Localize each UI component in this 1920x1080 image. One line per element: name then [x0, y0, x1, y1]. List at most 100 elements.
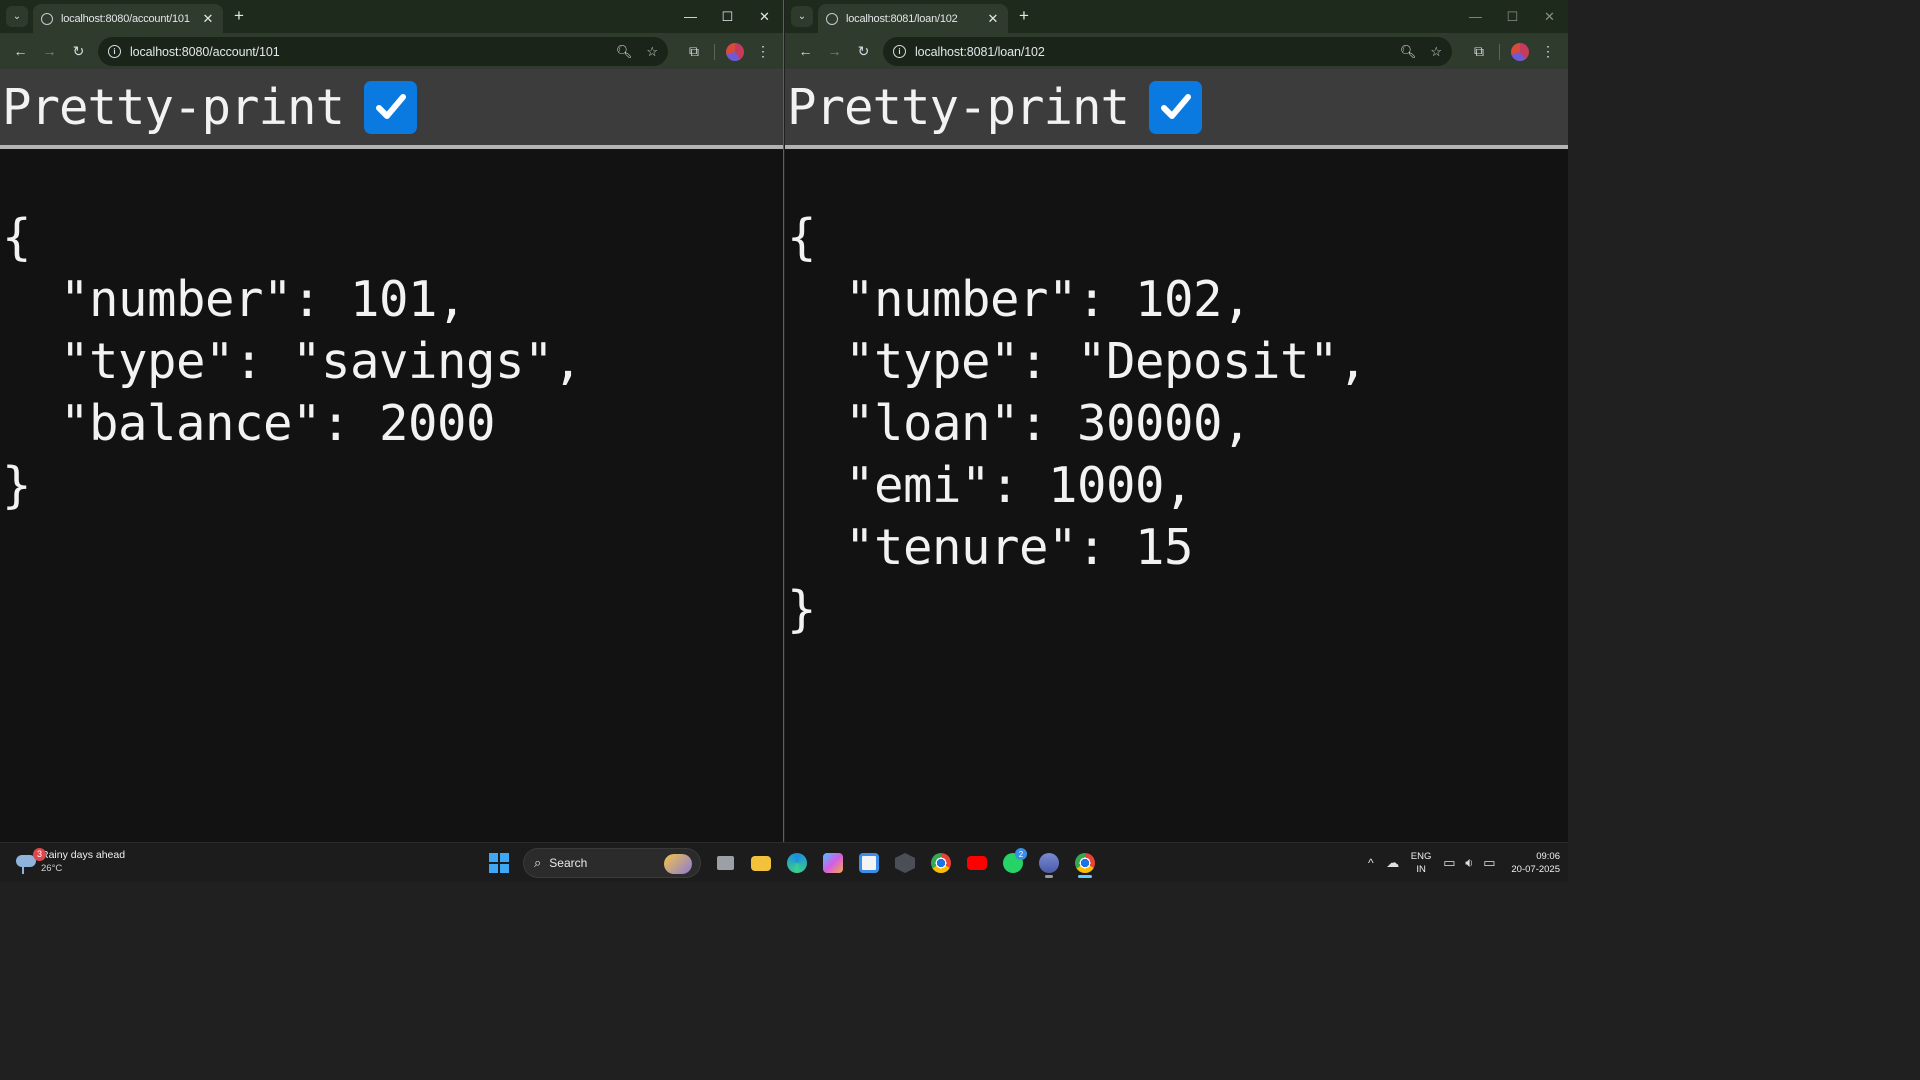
windows-logo-icon — [489, 853, 509, 873]
reload-button[interactable]: ↻ — [849, 37, 878, 66]
back-button[interactable]: ← — [6, 37, 35, 66]
back-button[interactable]: ← — [791, 37, 820, 66]
checkmark-icon — [375, 94, 406, 119]
hexagon-app-icon — [895, 853, 915, 873]
running-indicator — [1045, 875, 1053, 878]
weather-widget[interactable]: 3 Rainy days ahead 26°C — [16, 847, 125, 874]
task-view-button[interactable] — [708, 847, 742, 879]
site-info-icon[interactable]: i — [108, 45, 121, 58]
tab-title: localhost:8080/account/101 — [61, 12, 190, 25]
browser-tab[interactable]: localhost:8080/account/101 ✕ — [33, 4, 223, 33]
json-line: } — [2, 457, 32, 514]
site-info-icon[interactable]: i — [893, 45, 906, 58]
new-tab-button[interactable]: + — [230, 7, 248, 25]
tab-title: localhost:8081/loan/102 — [846, 12, 958, 25]
url-text[interactable]: localhost:8081/loan/102 — [915, 45, 1386, 59]
bookmark-star-icon[interactable]: ☆ — [1430, 44, 1442, 60]
tab-search-button[interactable]: ⌄ — [6, 6, 28, 27]
maximize-button[interactable]: ☐ — [1494, 0, 1531, 33]
search-icon: ⌕ — [534, 855, 542, 870]
toolbar-actions: ⧉ ⋮ — [680, 37, 777, 66]
checkmark-icon — [1160, 94, 1191, 119]
extensions-puzzle-icon[interactable]: ⧉ — [1465, 38, 1493, 66]
toolbar-divider — [714, 43, 715, 60]
json-line: "emi": 1000, — [787, 457, 1194, 514]
app-button[interactable] — [888, 847, 922, 879]
battery-icon[interactable]: ▭ — [1479, 855, 1499, 871]
clock[interactable]: 09:06 20-07-2025 — [1511, 850, 1560, 876]
browser-toolbar: ← → ↻ i localhost:8081/loan/102 🔍︎ ☆ ⧉ ⋮ — [785, 33, 1568, 69]
pinned-app-button[interactable] — [1032, 847, 1066, 879]
tab-close-icon[interactable]: ✕ — [201, 11, 215, 27]
taskbar-search[interactable]: ⌕ Search — [523, 848, 701, 878]
start-button[interactable] — [482, 847, 516, 879]
profile-avatar[interactable] — [721, 38, 749, 66]
address-bar[interactable]: i localhost:8080/account/101 🔍︎ ☆ — [98, 37, 668, 66]
file-explorer-button[interactable] — [744, 847, 778, 879]
terminal-app-icon — [1039, 853, 1059, 873]
close-window-button[interactable]: ✕ — [1531, 0, 1568, 33]
whatsapp-badge: 2 — [1015, 848, 1027, 860]
extensions-puzzle-icon[interactable]: ⧉ — [680, 38, 708, 66]
search-label: Search — [549, 856, 588, 870]
close-window-button[interactable]: ✕ — [746, 0, 783, 33]
browser-tab[interactable]: localhost:8081/loan/102 ✕ — [818, 4, 1008, 33]
json-line: } — [787, 581, 817, 638]
pretty-print-bar: Pretty-print — [0, 69, 783, 149]
forward-button[interactable]: → — [820, 37, 849, 66]
browser-window-right: ⌄ localhost:8081/loan/102 ✕ + — ☐ ✕ ← → … — [785, 0, 1568, 842]
browser-window-left: ⌄ localhost:8080/account/101 ✕ + — ☐ ✕ ←… — [0, 0, 784, 842]
menu-kebab-icon[interactable]: ⋮ — [1534, 38, 1562, 66]
window-controls: — ☐ ✕ — [672, 0, 783, 33]
cloud-sync-icon[interactable]: ☁ — [1383, 855, 1403, 871]
tab-strip: ⌄ localhost:8080/account/101 ✕ + — ☐ ✕ — [0, 0, 783, 33]
chrome-icon — [1075, 853, 1095, 873]
pretty-print-label: Pretty-print — [787, 78, 1130, 136]
lang-bottom: IN — [1416, 864, 1426, 875]
menu-kebab-icon[interactable]: ⋮ — [749, 38, 777, 66]
edge-button[interactable] — [780, 847, 814, 879]
toolbar-divider — [1499, 43, 1500, 60]
youtube-icon — [967, 856, 987, 870]
pretty-print-checkbox[interactable] — [1149, 80, 1203, 134]
zoom-icon[interactable]: 🔍︎ — [616, 44, 633, 60]
forward-button[interactable]: → — [35, 37, 64, 66]
address-bar[interactable]: i localhost:8081/loan/102 🔍︎ ☆ — [883, 37, 1452, 66]
json-line: "number": 101, — [2, 271, 467, 328]
taskbar-apps: ⌕ Search 2 — [481, 847, 1103, 879]
task-view-icon — [716, 856, 734, 870]
globe-icon — [826, 12, 838, 25]
json-body: { "number": 101, "type": "savings", "bal… — [0, 149, 783, 517]
chrome-icon — [931, 853, 951, 873]
reload-button[interactable]: ↻ — [64, 37, 93, 66]
zoom-icon[interactable]: 🔍︎ — [1400, 44, 1417, 60]
minimize-button[interactable]: — — [1457, 0, 1494, 33]
pretty-print-checkbox[interactable] — [364, 80, 418, 134]
minimize-button[interactable]: — — [672, 0, 709, 33]
new-tab-button[interactable]: + — [1015, 7, 1033, 25]
chevron-up-icon[interactable]: ^ — [1359, 856, 1383, 870]
json-line: "tenure": 15 — [787, 519, 1194, 576]
globe-icon — [41, 12, 53, 25]
browser-toolbar: ← → ↻ i localhost:8080/account/101 🔍︎ ☆ … — [0, 33, 783, 69]
volume-icon[interactable]: 🔉︎ — [1459, 855, 1479, 871]
tab-search-button[interactable]: ⌄ — [791, 6, 813, 27]
copilot-icon — [823, 853, 843, 873]
chrome-button[interactable] — [924, 847, 958, 879]
tab-close-icon[interactable]: ✕ — [986, 11, 1000, 27]
clock-time: 09:06 — [1536, 851, 1560, 862]
pretty-print-bar: Pretty-print — [785, 69, 1568, 149]
store-button[interactable] — [852, 847, 886, 879]
bookmark-star-icon[interactable]: ☆ — [646, 44, 658, 60]
weather-badge: 3 — [33, 847, 46, 861]
network-icon[interactable]: ▭ — [1439, 855, 1459, 871]
language-indicator[interactable]: ENG IN — [1411, 850, 1432, 876]
url-text[interactable]: localhost:8080/account/101 — [130, 45, 602, 59]
profile-avatar[interactable] — [1506, 38, 1534, 66]
chrome-running-button[interactable] — [1068, 847, 1102, 879]
maximize-button[interactable]: ☐ — [709, 0, 746, 33]
weather-temp: 26°C — [41, 863, 63, 874]
whatsapp-button[interactable]: 2 — [996, 847, 1030, 879]
youtube-button[interactable] — [960, 847, 994, 879]
copilot-button[interactable] — [816, 847, 850, 879]
